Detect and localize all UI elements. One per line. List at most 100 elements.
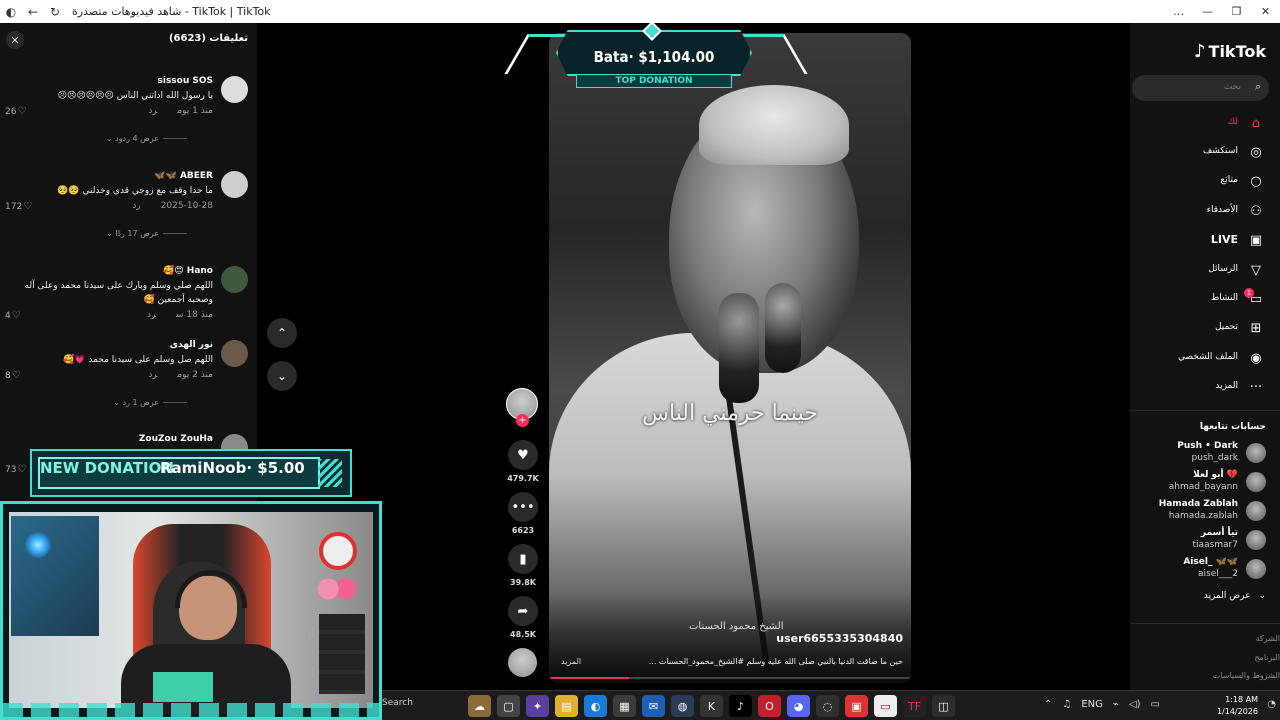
nav-item-explore[interactable]: ◎ استكشف	[1130, 141, 1280, 163]
search-icon[interactable]: ⌕	[1255, 80, 1261, 94]
app-red-icon[interactable]: ▣	[845, 695, 868, 717]
music-disc-avatar[interactable]	[508, 648, 537, 677]
following-account[interactable]: Hamada Zablah hamada.zablah	[1130, 499, 1280, 523]
comment-like[interactable]: 73 ♡	[5, 464, 26, 475]
file-explorer-icon[interactable]: ▤	[555, 695, 578, 717]
obs-icon[interactable]: ◌	[816, 695, 839, 717]
comment-username[interactable]: ABEER 🦋🦋	[154, 171, 213, 181]
chevron-up-icon[interactable]: ⌃	[1044, 699, 1052, 710]
close-comments-button[interactable]: ✕	[6, 31, 24, 49]
like-action[interactable]: ♥ 479.7K	[505, 440, 541, 483]
previous-video-button[interactable]: ⌃	[267, 318, 297, 348]
view-replies-button[interactable]: عرض 1 رد ⌄	[113, 398, 187, 407]
task-view-icon[interactable]: ▢	[497, 695, 520, 717]
view-replies-button[interactable]: عرض 17 ردًا ⌄	[106, 229, 187, 238]
taskbar-search[interactable]: Search	[382, 698, 413, 708]
video-author-username[interactable]: user6655335304840	[776, 632, 903, 645]
following-account[interactable]: تيأ أسمر tiaasmar7	[1130, 528, 1280, 552]
nav-item-upload[interactable]: ⊞ تحميل	[1130, 317, 1280, 339]
app-tf-icon[interactable]: TF	[903, 695, 926, 717]
following-icon: ○	[1250, 173, 1262, 189]
comment-like[interactable]: 172 ♡	[5, 201, 32, 212]
outlook-icon[interactable]: ✉	[642, 695, 665, 717]
close-window-button[interactable]: ✕	[1251, 0, 1280, 23]
minimize-button[interactable]: —	[1193, 0, 1222, 23]
description-more-button[interactable]: المزيد	[561, 657, 581, 666]
network-icon[interactable]: ⌁	[1113, 699, 1119, 710]
heart-icon[interactable]: ♥	[508, 440, 538, 470]
restore-button[interactable]: ❐	[1222, 0, 1251, 23]
heart-outline-icon[interactable]: ♡	[17, 464, 26, 475]
footer-link[interactable]: البرنامج	[1254, 653, 1280, 662]
volume-icon[interactable]: ◁)	[1129, 699, 1141, 710]
back-icon[interactable]: ←	[22, 1, 44, 23]
notification-bell-icon[interactable]: ◔	[1267, 699, 1276, 710]
avatar[interactable]	[221, 76, 248, 103]
nav-item-live[interactable]: ▣ LIVE	[1130, 229, 1280, 251]
nav-label: تحميل	[1214, 322, 1238, 332]
share-action[interactable]: ➦ 48.5K	[505, 596, 541, 639]
steam-icon[interactable]: ◍	[671, 695, 694, 717]
app-window-icon[interactable]: ◫	[932, 695, 955, 717]
store-icon[interactable]: ▦	[613, 695, 636, 717]
avatar[interactable]	[221, 340, 248, 367]
heart-outline-icon[interactable]: ♡	[23, 201, 32, 212]
see-more-button[interactable]: ⌄ عرض المزيد	[1204, 591, 1266, 601]
app-mail-icon[interactable]: ▭	[874, 695, 897, 717]
tiktok-logo[interactable]: ♪ TikTok	[1194, 41, 1266, 62]
copilot-icon[interactable]: ✦	[526, 695, 549, 717]
bookmark-icon[interactable]: ▮	[508, 544, 538, 574]
nav-item-more[interactable]: ··· المزيد	[1130, 376, 1280, 398]
footer-link[interactable]: الشركة	[1256, 634, 1280, 643]
app-k-icon[interactable]: K	[700, 695, 723, 717]
nav-item-profile[interactable]: ◉ الملف الشخصي	[1130, 347, 1280, 369]
follow-plus-icon[interactable]: +	[516, 414, 529, 427]
nav-label: المزيد	[1215, 381, 1238, 391]
comment-bubble-icon[interactable]: •••	[508, 492, 538, 522]
language-indicator[interactable]: ENG	[1081, 699, 1103, 710]
following-account[interactable]: Aisel_ 🦋🦋 aisel___2	[1130, 557, 1280, 581]
menu-dots-icon[interactable]: …	[1164, 0, 1193, 23]
widget-icon[interactable]: ☁	[468, 695, 491, 717]
battery-icon[interactable]: ▭	[1151, 699, 1160, 710]
save-action[interactable]: ▮ 39.8K	[505, 544, 541, 587]
comment-like[interactable]: 8 ♡	[5, 370, 21, 381]
search-input[interactable]: بحث ⌕	[1132, 75, 1269, 101]
comment-username[interactable]: sissou SOS	[158, 76, 214, 86]
reply-button[interactable]: رد	[148, 106, 157, 116]
share-arrow-icon[interactable]: ➦	[508, 596, 538, 626]
nav-item-following[interactable]: ○ متابَع	[1130, 170, 1280, 192]
following-account[interactable]: Push • Dark push_dark	[1130, 441, 1280, 465]
view-replies-button[interactable]: عرض 4 ردود ⌄	[106, 134, 187, 143]
heart-outline-icon[interactable]: ♡	[12, 310, 21, 321]
comment-username[interactable]: Hano 😍🥰	[163, 266, 213, 276]
taskbar-clock[interactable]: 1:18 AM 1/14/2026	[1217, 694, 1258, 718]
avatar[interactable]	[221, 266, 248, 293]
nav-item-messages[interactable]: ▽ الرسائل	[1130, 259, 1280, 281]
nav-item-for-you[interactable]: ⌂ لك	[1130, 112, 1280, 134]
nav-item-friends[interactable]: ⚇ الأصدقاء	[1130, 200, 1280, 222]
video-progress-bar[interactable]	[549, 677, 911, 679]
refresh-icon[interactable]: ↻	[44, 1, 66, 23]
heart-outline-icon[interactable]: ♡	[12, 370, 21, 381]
edge-icon[interactable]: ◐	[584, 695, 607, 717]
comment-username[interactable]: نور الهدى	[170, 340, 213, 350]
comment-action[interactable]: ••• 6623	[505, 492, 541, 535]
avatar[interactable]	[221, 171, 248, 198]
comment-like[interactable]: 26 ♡	[5, 106, 26, 117]
video-player[interactable]: حينما حرمني الناس الشيخ محمود الحسنات us…	[549, 33, 911, 683]
opera-icon[interactable]: O	[758, 695, 781, 717]
comment-username[interactable]: ZouZou ZouHa	[139, 434, 213, 444]
discord-icon[interactable]: ◕	[787, 695, 810, 717]
reply-button[interactable]: رد	[132, 201, 140, 211]
nav-item-activity[interactable]: ▭ 1 النشاط	[1130, 288, 1280, 310]
footer-link[interactable]: الشروط والسياسات	[1213, 671, 1280, 680]
heart-outline-icon[interactable]: ♡	[17, 106, 26, 117]
comment-like[interactable]: 4 ♡	[5, 310, 21, 321]
reply-button[interactable]: رد	[147, 310, 156, 320]
next-video-button[interactable]: ⌄	[267, 361, 297, 391]
reply-button[interactable]: رد	[148, 370, 157, 380]
microphone-icon[interactable]: ♫	[1062, 699, 1071, 710]
tiktok-app-icon[interactable]: ♪	[729, 695, 752, 717]
following-account[interactable]: أبو لعلا 💔 ahmad_bayann	[1130, 470, 1280, 494]
